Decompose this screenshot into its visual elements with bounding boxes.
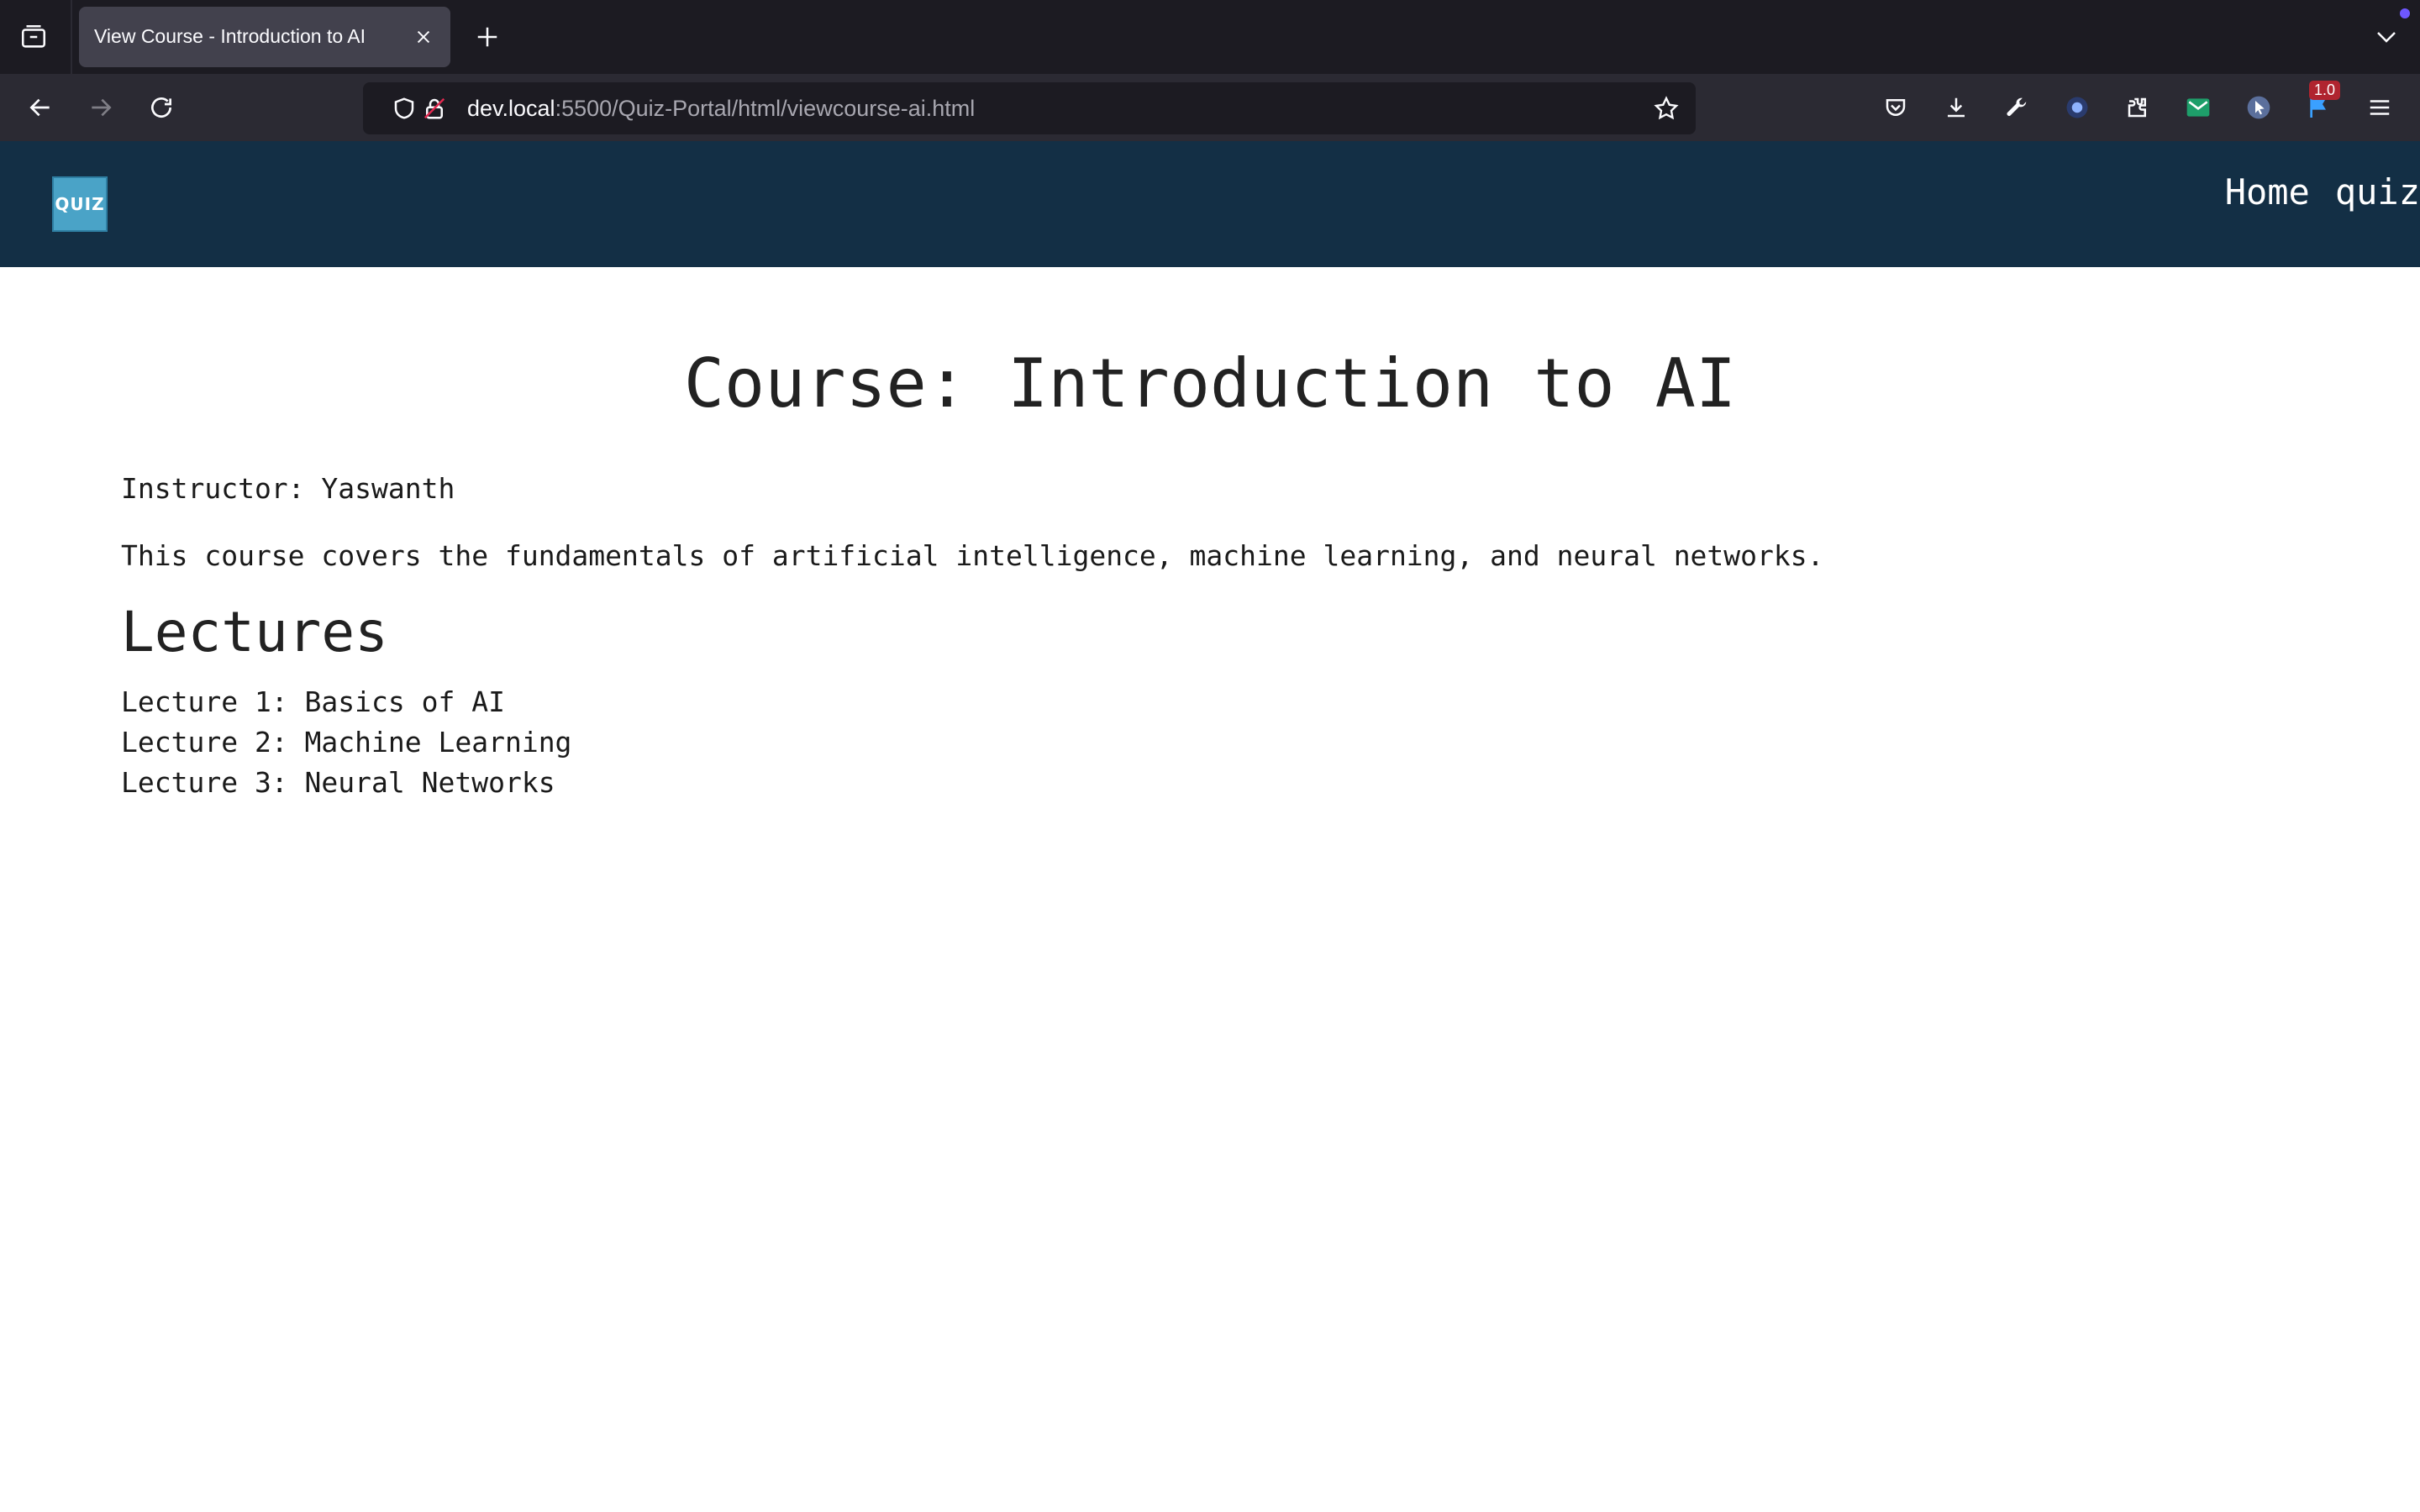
url-bar[interactable]: dev.local:5500/Quiz-Portal/html/viewcour… (363, 82, 1696, 134)
browser-nav-bar: dev.local:5500/Quiz-Portal/html/viewcour… (0, 74, 2420, 141)
tab-separator (71, 0, 72, 74)
star-icon[interactable] (1650, 92, 1682, 124)
extension-icon[interactable] (2057, 87, 2097, 128)
browser-tab-bar: View Course - Introduction to AI (0, 0, 2420, 74)
forward-arrow-icon[interactable] (81, 87, 121, 128)
chevron-down-icon[interactable] (2368, 18, 2405, 55)
extension-badge: 1.0 (2309, 81, 2341, 100)
menu-icon[interactable] (2360, 87, 2400, 128)
lectures-heading: Lectures (121, 600, 388, 664)
plus-icon[interactable] (469, 18, 506, 55)
shield-icon[interactable] (388, 92, 420, 124)
course-description: This course covers the fundamentals of a… (121, 539, 1824, 572)
logo-text: QUIZ (55, 194, 105, 214)
nav-home-link[interactable]: Home (2225, 171, 2310, 213)
back-arrow-icon[interactable] (20, 87, 60, 128)
puzzle-icon[interactable] (2118, 87, 2158, 128)
notification-dot (2400, 8, 2410, 18)
reload-icon[interactable] (141, 87, 182, 128)
lecture-item: Lecture 3: Neural Networks (121, 766, 555, 799)
site-nav: Home quiz (2225, 171, 2420, 213)
lecture-item: Lecture 2: Machine Learning (121, 726, 572, 759)
mail-icon[interactable] (2178, 87, 2218, 128)
wrench-icon[interactable] (1996, 87, 2037, 128)
download-icon[interactable] (1936, 87, 1976, 128)
url-path: :5500/Quiz-Portal/html/viewcourse-ai.htm… (555, 96, 976, 121)
quiz-logo[interactable]: QUIZ (52, 176, 108, 232)
tab-title: View Course - Introduction to AI (94, 25, 366, 47)
instructor-text: Instructor: Yaswanth (121, 472, 455, 505)
nav-quiz-link[interactable]: quiz (2335, 171, 2420, 213)
lecture-item: Lecture 1: Basics of AI (121, 685, 505, 718)
pocket-icon[interactable] (1876, 87, 1916, 128)
site-header: QUIZ Home quiz (0, 141, 2420, 267)
url-text: dev.local:5500/Quiz-Portal/html/viewcour… (467, 96, 975, 122)
cursor-icon[interactable] (2238, 87, 2279, 128)
close-icon[interactable] (408, 22, 439, 52)
tab-list-icon[interactable] (13, 17, 54, 57)
browser-tab[interactable]: View Course - Introduction to AI (79, 7, 450, 67)
url-host: dev.local (467, 96, 555, 121)
page-title: Course: Introduction to AI (683, 344, 1737, 423)
lock-icon[interactable] (418, 92, 450, 124)
lecture-list: Lecture 1: Basics of AI Lecture 2: Machi… (121, 682, 571, 803)
